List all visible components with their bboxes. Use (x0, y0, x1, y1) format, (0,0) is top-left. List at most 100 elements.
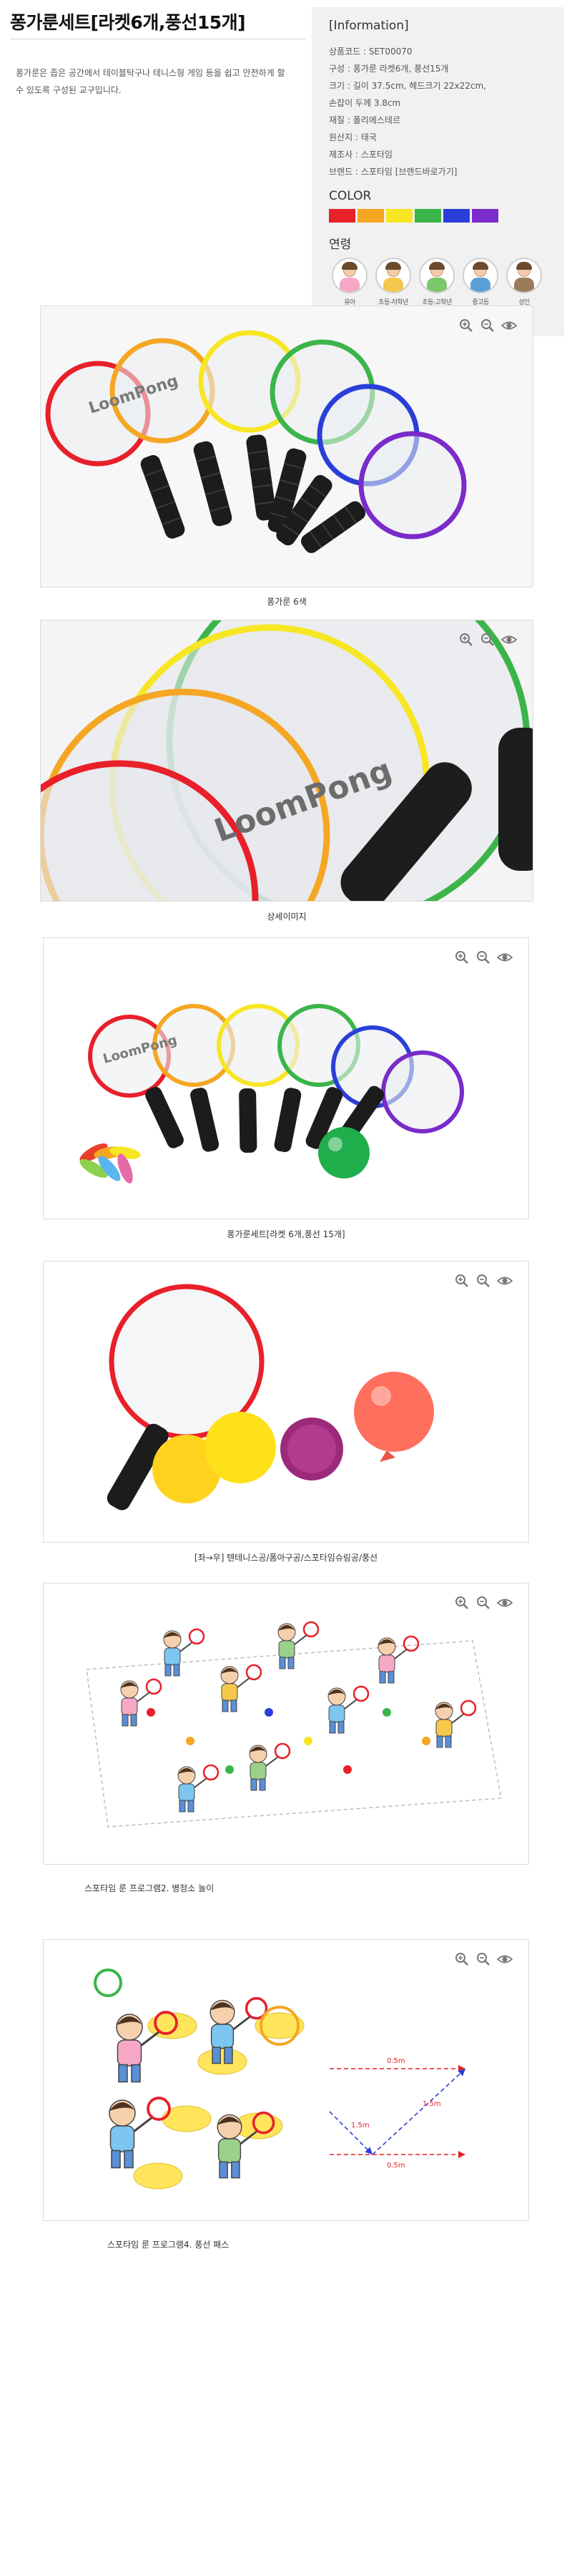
distance-label: 1.5m (423, 2100, 441, 2108)
info-handle: 손잡이 두께 3.8cm (329, 98, 401, 108)
image-toolbar (451, 1270, 516, 1292)
kid-body (328, 1704, 345, 1723)
age-item: 중고등 (460, 258, 501, 306)
green-ball (318, 1127, 370, 1179)
target-dot (343, 1765, 352, 1774)
kid-leg (130, 1714, 137, 1727)
kid-leg (179, 1800, 186, 1813)
kid-leg (219, 2161, 228, 2179)
target-dot (147, 1708, 155, 1717)
product-photo-detail: LoomPong (40, 620, 533, 902)
kid-leg (111, 2150, 121, 2169)
age-heading: 연령 (329, 238, 352, 252)
zoom-out-icon[interactable] (477, 315, 498, 336)
zoom-in-icon[interactable] (455, 315, 477, 336)
kid-body (435, 1719, 453, 1737)
zoom-out-icon[interactable] (473, 947, 494, 968)
view-eye-icon[interactable] (494, 1270, 516, 1292)
zoom-in-icon[interactable] (455, 629, 477, 650)
info-material: 재질 : 폴리에스테르 (329, 115, 400, 125)
kid-leg (118, 2064, 128, 2083)
info-brand-link[interactable]: 브랜드 : 스포타임 [브랜드바로가기] (329, 163, 547, 180)
view-eye-icon[interactable] (494, 1948, 516, 1970)
kid-leg (164, 1664, 172, 1677)
zoom-out-icon[interactable] (473, 1270, 494, 1292)
kid-leg (329, 1721, 336, 1734)
kid-leg (250, 1778, 257, 1791)
kid-leg (279, 1657, 286, 1669)
spotimo-ball-inner (287, 1425, 336, 1473)
zoom-out-icon[interactable] (473, 1592, 494, 1614)
kid-body (178, 1783, 195, 1802)
zoom-in-icon[interactable] (451, 1592, 473, 1614)
kid-leg (379, 1671, 386, 1684)
ball-highlight (328, 1137, 342, 1151)
caption-set: 퐁가룬세트[라켓 6개,풍선 15개] (227, 1229, 345, 1239)
caption-program-2: 스포타임 룬 프로그램2. 병정소 놀이 (84, 1883, 214, 1893)
target-dot (422, 1737, 430, 1745)
program-illustration-4: 0.5m 1.5m 1.5m 0.5m (43, 1939, 529, 2221)
kid-leg (259, 1778, 266, 1791)
program-2-drawing (44, 1584, 528, 1864)
kid-body (117, 2039, 142, 2067)
floor-spot (133, 2162, 183, 2190)
kid-leg (122, 1714, 129, 1727)
image-toolbar (451, 947, 516, 968)
kid-body (250, 1762, 267, 1780)
age-icons: 유아 초등-저학년 초등-고학년 중고등 성인 (329, 258, 547, 306)
person-icon (332, 258, 368, 293)
distance-label: 0.5m (387, 2057, 405, 2065)
color-swatch-5 (443, 209, 470, 223)
info-size: 크기 : 길이 37.5cm, 헤드크기 22x22cm, (329, 81, 486, 91)
kid-leg (187, 1800, 194, 1813)
kid-leg (124, 2150, 134, 2169)
kid-leg (436, 1735, 443, 1748)
person-icon (419, 258, 455, 293)
zoom-out-icon[interactable] (473, 1948, 494, 1970)
person-icon (463, 258, 498, 293)
kid-leg (287, 1657, 295, 1669)
color-swatches (329, 209, 547, 223)
page-title: 퐁가룬세트[라켓6개,풍선15개] (10, 12, 246, 33)
info-origin: 원산지 : 태국 (329, 132, 377, 142)
info-heading: [Information] (329, 19, 409, 33)
product-photo-set: LoomPong (43, 937, 529, 1219)
zoom-in-icon[interactable] (451, 1270, 473, 1292)
color-swatch-3 (386, 209, 413, 223)
age-item: 성인 (503, 258, 545, 306)
kid-leg (231, 2161, 240, 2179)
target-dot (186, 1737, 194, 1745)
kid-leg (388, 1671, 395, 1684)
racket-head (381, 1050, 464, 1133)
distance-label: 1.5m (351, 2122, 370, 2129)
target-dot (383, 1708, 391, 1717)
color-swatch-1 (329, 209, 355, 223)
kid-body (164, 1647, 181, 1666)
kid-body (217, 2138, 242, 2164)
foam-baseball (204, 1412, 276, 1483)
info-panel: [Information] 상품코드 : SET00070 구성 : 퐁가룬 라… (312, 7, 564, 336)
kid-body (210, 2024, 235, 2049)
zoom-in-icon[interactable] (451, 947, 473, 968)
kid-body (221, 1683, 238, 1702)
image-toolbar (451, 1948, 516, 1970)
zoom-out-icon[interactable] (477, 629, 498, 650)
target-dot (304, 1737, 312, 1745)
view-eye-icon[interactable] (498, 629, 520, 650)
racket-handle (498, 728, 533, 871)
balloon (354, 1372, 434, 1452)
kid-leg (230, 1699, 237, 1712)
balls-image (44, 1262, 528, 1542)
racket-closeup-image: LoomPong (41, 620, 533, 901)
caption-rackets: 퐁가룬 6색 (267, 597, 307, 607)
view-eye-icon[interactable] (494, 1592, 516, 1614)
zoom-in-icon[interactable] (451, 1948, 473, 1970)
product-photo-balls (43, 1261, 529, 1543)
racket-set-image: LoomPong (44, 938, 528, 1219)
image-toolbar (455, 629, 520, 650)
kid-body (109, 2125, 135, 2152)
distance-label: 0.5m (387, 2162, 405, 2170)
color-swatch-6 (472, 209, 498, 223)
view-eye-icon[interactable] (494, 947, 516, 968)
view-eye-icon[interactable] (498, 315, 520, 336)
